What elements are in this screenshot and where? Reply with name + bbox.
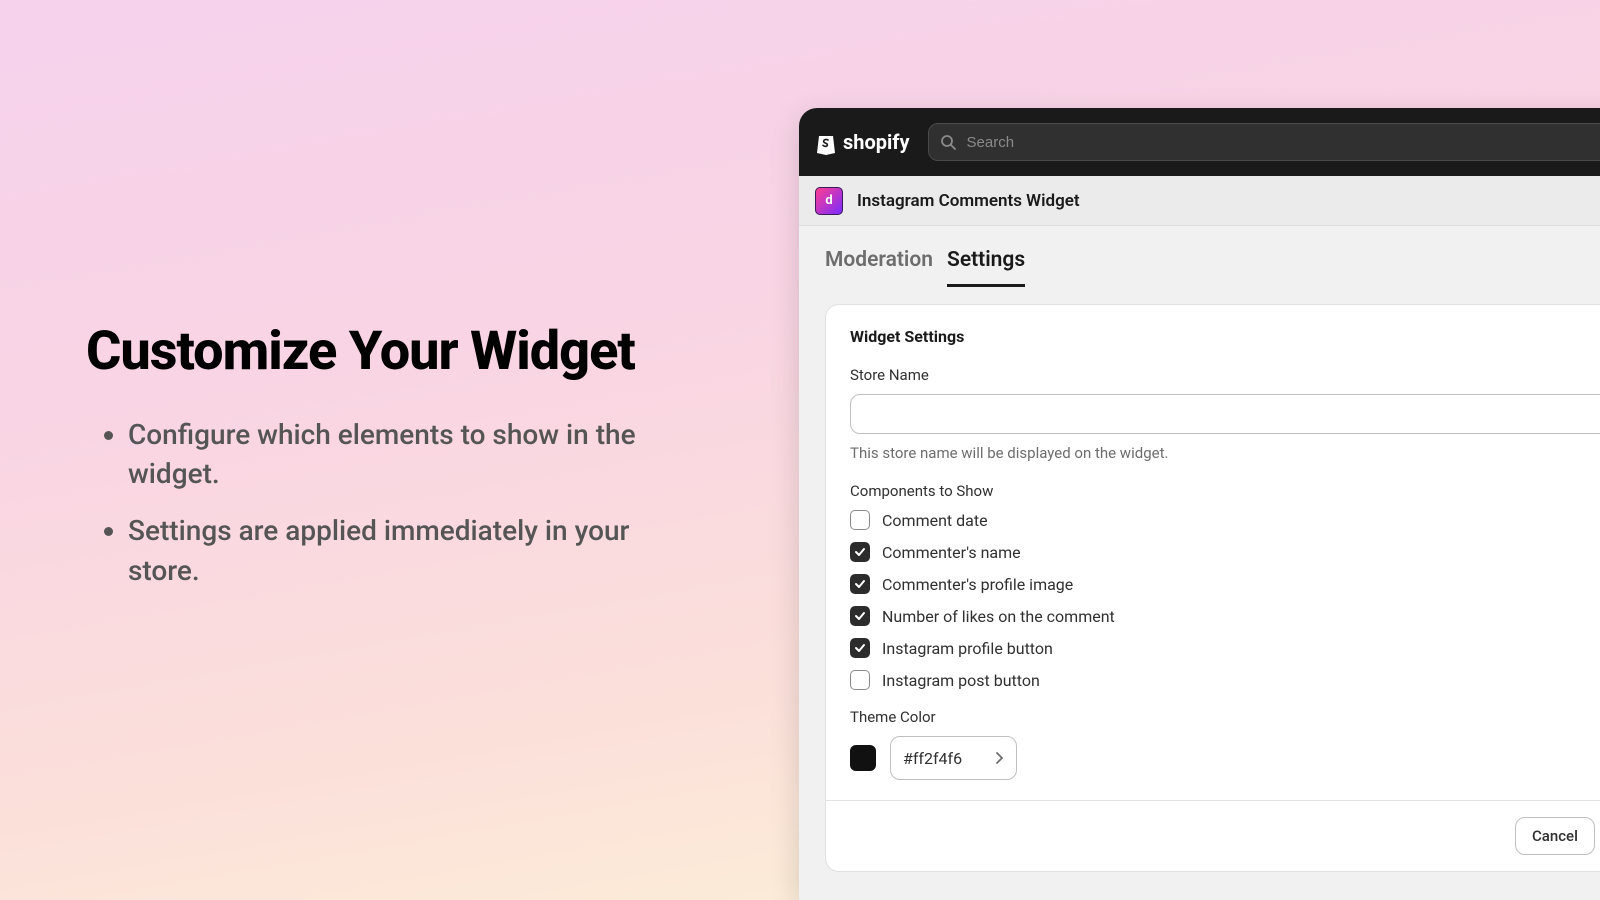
settings-card: Widget Settings Store Name This store na… (825, 304, 1600, 872)
tabs: Moderation Settings (825, 226, 1600, 288)
component-option: Instagram profile button (850, 638, 1600, 658)
app-icon: d (815, 187, 843, 215)
checkbox[interactable] (850, 638, 870, 658)
theme-color-label: Theme Color (850, 708, 1600, 726)
tab-settings[interactable]: Settings (947, 242, 1025, 287)
shopify-logo: shopify (815, 129, 910, 155)
search-icon (940, 134, 956, 150)
checkbox-label: Commenter's name (882, 543, 1021, 562)
search-wrap (928, 123, 1600, 161)
component-option: Commenter's profile image (850, 574, 1600, 594)
checkbox[interactable] (850, 606, 870, 626)
cancel-button[interactable]: Cancel (1515, 817, 1595, 855)
component-option: Commenter's name (850, 542, 1600, 562)
checkbox-label: Comment date (882, 511, 988, 530)
checkbox-label: Instagram post button (882, 671, 1040, 690)
checkbox-label: Instagram profile button (882, 639, 1053, 658)
card-title: Widget Settings (850, 327, 1600, 346)
chevron-right-icon (994, 751, 1004, 765)
topbar: shopify 1 (799, 108, 1600, 176)
checkbox-label: Commenter's profile image (882, 575, 1073, 594)
promo-bullet: Settings are applied immediately in your… (128, 511, 706, 589)
checkbox-label: Number of likes on the comment (882, 607, 1115, 626)
promo-headline: Customize Your Widget (86, 320, 706, 383)
checkbox[interactable] (850, 574, 870, 594)
checkbox[interactable] (850, 510, 870, 530)
app-window: shopify 1 d Instagram Comments Widget Mo… (799, 108, 1600, 900)
store-name-label: Store Name (850, 366, 1600, 384)
app-titlebar: d Instagram Comments Widget (799, 176, 1600, 226)
component-option: Instagram post button (850, 670, 1600, 690)
shopify-bag-icon (815, 129, 837, 155)
promo-panel: Customize Your Widget Configure which el… (86, 320, 706, 608)
search-input[interactable] (928, 123, 1600, 161)
color-select[interactable]: #ff2f4f6 (890, 736, 1017, 780)
component-option: Number of likes on the comment (850, 606, 1600, 626)
promo-bullets: Configure which elements to show in the … (86, 415, 706, 590)
color-swatch[interactable] (850, 745, 876, 771)
tab-moderation[interactable]: Moderation (825, 242, 933, 287)
app-title: Instagram Comments Widget (857, 191, 1080, 211)
card-footer: Cancel S (826, 800, 1600, 871)
theme-color-row: #ff2f4f6 (850, 736, 1600, 780)
promo-bullet: Configure which elements to show in the … (128, 415, 706, 493)
color-value: #ff2f4f6 (903, 749, 962, 768)
components-heading: Components to Show (850, 482, 1600, 500)
store-name-help: This store name will be displayed on the… (850, 444, 1600, 462)
brand-text: shopify (843, 130, 910, 154)
checkbox[interactable] (850, 670, 870, 690)
checkbox[interactable] (850, 542, 870, 562)
store-name-input[interactable] (850, 394, 1600, 434)
component-option: Comment date (850, 510, 1600, 530)
